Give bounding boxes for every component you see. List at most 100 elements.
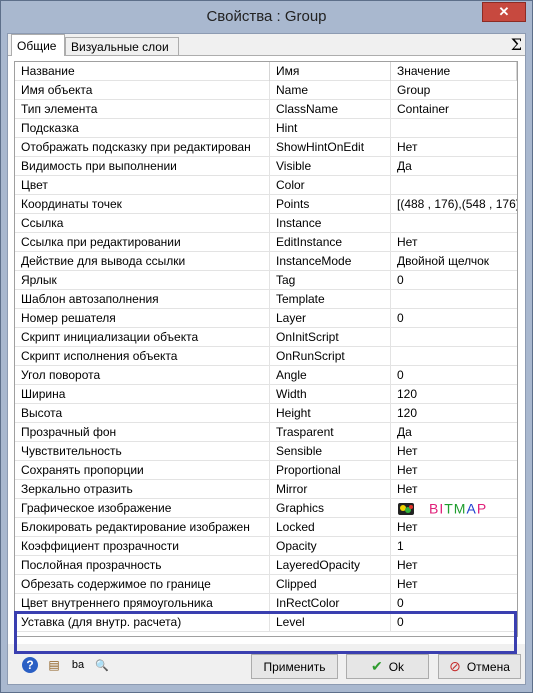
- property-value[interactable]: Нет: [391, 556, 517, 575]
- title-bar[interactable]: Свойства : Group ✕: [1, 1, 532, 33]
- sort-icon[interactable]: ba: [70, 657, 86, 673]
- table-row[interactable]: Ссылка при редактировании EditInstance Нет: [15, 233, 517, 252]
- column-header-value[interactable]: Значение: [391, 62, 517, 81]
- table-row[interactable]: Номер решателя Layer 0: [15, 309, 517, 328]
- property-value[interactable]: Нет: [391, 233, 517, 252]
- table-row[interactable]: Блокировать редактирование изображен Lock…: [15, 518, 517, 537]
- property-id: Sensible: [270, 442, 391, 461]
- property-name: Ширина: [15, 385, 270, 404]
- property-name: Ссылка: [15, 214, 270, 233]
- property-name: Тип элемента: [15, 100, 270, 119]
- apply-button[interactable]: Применить: [251, 654, 338, 679]
- property-id: ClassName: [270, 100, 391, 119]
- table-row[interactable]: Цвет внутреннего прямоугольника InRectCol…: [15, 594, 517, 613]
- property-value[interactable]: [(488 , 176),(548 , 176): [391, 195, 517, 214]
- table-row[interactable]: Скрипт инициализации объекта OnInitScript: [15, 328, 517, 347]
- property-value[interactable]: 0: [391, 366, 517, 385]
- help-icon[interactable]: ?: [22, 657, 38, 673]
- table-row[interactable]: Скрипт исполнения объекта OnRunScript: [15, 347, 517, 366]
- property-value[interactable]: Двойной щелчок: [391, 252, 517, 271]
- cancel-button-label: Отмена: [466, 659, 510, 674]
- property-value[interactable]: Нет: [391, 480, 517, 499]
- property-value[interactable]: [391, 290, 517, 309]
- property-value[interactable]: Да: [391, 157, 517, 176]
- close-button[interactable]: ✕: [482, 2, 526, 22]
- property-name: Скрипт исполнения объекта: [15, 347, 270, 366]
- table-row[interactable]: Видимость при выполнении Visible Да: [15, 157, 517, 176]
- table-row[interactable]: Чувствительность Sensible Нет: [15, 442, 517, 461]
- property-value[interactable]: 0: [391, 594, 517, 613]
- property-value[interactable]: Да: [391, 423, 517, 442]
- table-row[interactable]: Графическое изображение Graphics BITMAP: [15, 499, 517, 518]
- property-value[interactable]: 0: [391, 613, 517, 632]
- search-icon[interactable]: 🔍: [94, 657, 110, 673]
- sigma-icon[interactable]: Σ: [511, 35, 522, 54]
- table-row[interactable]: Обрезать содержимое по границе Clipped Нет: [15, 575, 517, 594]
- copy-properties-icon[interactable]: ▤: [46, 657, 62, 673]
- property-value[interactable]: [391, 176, 517, 195]
- table-row[interactable]: Сохранять пропорции Proportional Нет: [15, 461, 517, 480]
- table-row[interactable]: Ссылка Instance: [15, 214, 517, 233]
- property-value[interactable]: [391, 119, 517, 138]
- property-name: Подсказка: [15, 119, 270, 138]
- property-value[interactable]: 0: [391, 309, 517, 328]
- property-value[interactable]: [391, 328, 517, 347]
- table-row[interactable]: Подсказка Hint: [15, 119, 517, 138]
- bitmap-icon: [397, 502, 415, 516]
- property-value[interactable]: [391, 214, 517, 233]
- property-id: OnRunScript: [270, 347, 391, 366]
- property-id: Graphics: [270, 499, 391, 518]
- table-row[interactable]: Уставка (для внутр. расчета) Level 0: [15, 613, 517, 632]
- ok-button[interactable]: ✔ Ok: [346, 654, 429, 679]
- property-value[interactable]: Нет: [391, 138, 517, 157]
- table-row[interactable]: Шаблон автозаполнения Template: [15, 290, 517, 309]
- table-row[interactable]: Цвет Color: [15, 176, 517, 195]
- property-value[interactable]: Group: [391, 81, 517, 100]
- property-name: Цвет: [15, 176, 270, 195]
- property-value[interactable]: Нет: [391, 518, 517, 537]
- table-row[interactable]: Действие для вывода ссылки InstanceMode Дв…: [15, 252, 517, 271]
- tab-general[interactable]: Общие: [11, 34, 65, 56]
- property-value[interactable]: BITMAP: [391, 499, 517, 518]
- property-value[interactable]: [391, 347, 517, 366]
- property-name: Прозрачный фон: [15, 423, 270, 442]
- property-value[interactable]: 120: [391, 404, 517, 423]
- column-header-name[interactable]: Название: [15, 62, 270, 81]
- property-name: Зеркально отразить: [15, 480, 270, 499]
- table-row[interactable]: Зеркально отразить Mirror Нет: [15, 480, 517, 499]
- table-row[interactable]: Отображать подсказку при редактирован Sho…: [15, 138, 517, 157]
- property-value[interactable]: Нет: [391, 442, 517, 461]
- table-row[interactable]: Ширина Width 120: [15, 385, 517, 404]
- cancel-button[interactable]: ⊘ Отмена: [438, 654, 521, 679]
- property-name: Уставка (для внутр. расчета): [15, 613, 270, 632]
- property-name: Номер решателя: [15, 309, 270, 328]
- property-value[interactable]: Container: [391, 100, 517, 119]
- tab-visual-layers[interactable]: Визуальные слои: [65, 37, 179, 55]
- table-row[interactable]: Имя объекта Name Group: [15, 81, 517, 100]
- property-id: Proportional: [270, 461, 391, 480]
- table-row[interactable]: Угол поворота Angle 0: [15, 366, 517, 385]
- table-row[interactable]: Координаты точек Points [(488 , 176),(548 …: [15, 195, 517, 214]
- property-value[interactable]: 0: [391, 271, 517, 290]
- table-row[interactable]: Ярлык Tag 0: [15, 271, 517, 290]
- property-id: Angle: [270, 366, 391, 385]
- property-id: OnInitScript: [270, 328, 391, 347]
- property-id: ShowHintOnEdit: [270, 138, 391, 157]
- property-value[interactable]: 1: [391, 537, 517, 556]
- property-name: Имя объекта: [15, 81, 270, 100]
- table-row[interactable]: Высота Height 120: [15, 404, 517, 423]
- property-name: Ссылка при редактировании: [15, 233, 270, 252]
- property-name: Послойная прозрачность: [15, 556, 270, 575]
- property-id: Layer: [270, 309, 391, 328]
- table-row[interactable]: Коэффициент прозрачности Opacity 1: [15, 537, 517, 556]
- table-row[interactable]: Послойная прозрачность LayeredOpacity Нет: [15, 556, 517, 575]
- property-value[interactable]: Нет: [391, 575, 517, 594]
- table-row[interactable]: Прозрачный фон Trasparent Да: [15, 423, 517, 442]
- column-header-id[interactable]: Имя: [270, 62, 391, 81]
- property-value[interactable]: 120: [391, 385, 517, 404]
- table-row[interactable]: Тип элемента ClassName Container: [15, 100, 517, 119]
- property-value[interactable]: Нет: [391, 461, 517, 480]
- property-id: Visible: [270, 157, 391, 176]
- property-id: InstanceMode: [270, 252, 391, 271]
- property-name: Действие для вывода ссылки: [15, 252, 270, 271]
